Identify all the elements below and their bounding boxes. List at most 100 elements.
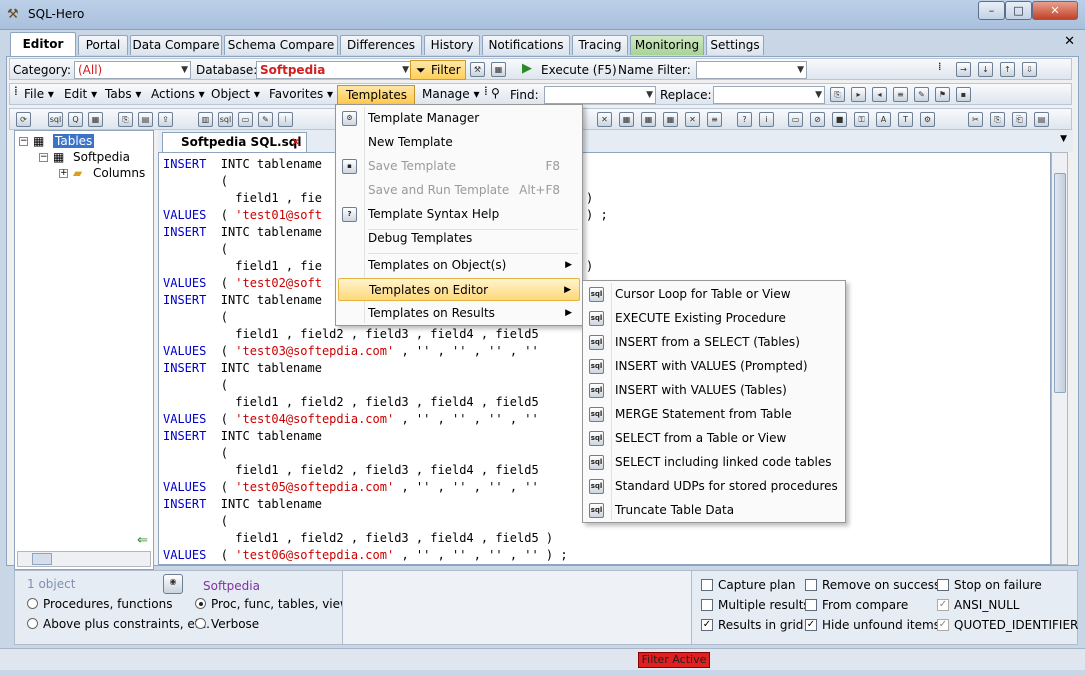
tree-node-tables[interactable]: Tables	[53, 134, 95, 148]
editor-template-item[interactable]: sql SELECT from a Table or View	[585, 427, 843, 450]
option-checkbox[interactable]	[937, 579, 949, 591]
editor-template-item[interactable]: sql EXECUTE Existing Procedure	[585, 307, 843, 330]
more-icon[interactable]: ⁝	[278, 112, 293, 127]
tree-hscroll[interactable]	[17, 551, 151, 567]
settings-icon[interactable]: ⚙	[920, 112, 935, 127]
find-next-icon[interactable]: ▸	[851, 87, 866, 102]
grid-remove-icon[interactable]: ▦	[663, 112, 678, 127]
filter-button[interactable]: ⏷ Filter	[410, 60, 466, 80]
radio-verbose[interactable]	[195, 618, 206, 629]
find-prev-icon[interactable]: ◂	[872, 87, 887, 102]
tab-differences[interactable]: Differences	[340, 35, 422, 55]
editor-template-item[interactable]: sql MERGE Statement from Table	[585, 403, 843, 426]
cancel-icon[interactable]: ⊘	[810, 112, 825, 127]
find-input[interactable]: ▼	[544, 86, 656, 104]
category-select[interactable]: (All) ▼	[74, 61, 191, 79]
option-checkbox[interactable]	[805, 599, 817, 611]
manage-menu[interactable]: Manage ▾	[422, 87, 480, 101]
paste-icon[interactable]: ⎗	[1012, 112, 1027, 127]
templates-menu[interactable]: Templates ▾	[337, 85, 415, 120]
chevron-down-icon[interactable]: ▼	[1060, 134, 1067, 144]
export-icon[interactable]: ⇪	[158, 112, 173, 127]
move-up-icon[interactable]: ↑	[1000, 62, 1015, 77]
bookmark-icon[interactable]: ⚑	[935, 87, 950, 102]
radio-procedures[interactable]	[27, 598, 38, 609]
minimize-button[interactable]: –	[978, 1, 1005, 20]
document-icon[interactable]: ▭	[238, 112, 253, 127]
tab-history[interactable]: History	[424, 35, 480, 55]
script-icon[interactable]: ▤	[138, 112, 153, 127]
table-icon[interactable]: ▥	[198, 112, 213, 127]
maximize-button[interactable]: □	[1005, 1, 1032, 20]
sql-run-icon[interactable]: sql	[218, 112, 233, 127]
actions-menu[interactable]: Actions ▾	[151, 87, 205, 101]
templates-menu-item[interactable]: New Template	[338, 131, 580, 154]
query-icon[interactable]: Q	[68, 112, 83, 127]
edit-doc-icon[interactable]: ✎	[258, 112, 273, 127]
tabs-menu[interactable]: Tabs ▾	[105, 87, 141, 101]
close-button[interactable]: ✕	[1032, 1, 1078, 20]
grid-add-icon[interactable]: ▦	[641, 112, 656, 127]
move-down-icon[interactable]: ↓	[978, 62, 993, 77]
grid-x-icon[interactable]: ✕	[685, 112, 700, 127]
expand-icon[interactable]: +	[59, 169, 68, 178]
back-arrow-icon[interactable]: ⇐	[137, 533, 148, 548]
tree-node-columns[interactable]: Columns	[93, 166, 145, 180]
close-icon[interactable]: ✕	[291, 133, 301, 151]
grid-icon[interactable]: ▦	[88, 112, 103, 127]
radio-proc-func-tables[interactable]	[195, 598, 206, 609]
cut-icon[interactable]: ✂	[968, 112, 983, 127]
find-all-icon[interactable]: ≡	[893, 87, 908, 102]
copy-doc-icon[interactable]: ⎘	[990, 112, 1005, 127]
templates-menu-item[interactable]: Templates on Results ▶	[338, 302, 580, 325]
tree-node-softpedia[interactable]: Softpedia	[73, 150, 130, 164]
lock-icon[interactable]: ⚿	[854, 112, 869, 127]
tab-data-compare[interactable]: Data Compare	[130, 35, 222, 55]
editor-template-item[interactable]: sql INSERT with VALUES (Tables)	[585, 379, 843, 402]
replace-icon[interactable]: ⎘	[830, 87, 845, 102]
new-window-icon[interactable]: ▭	[788, 112, 803, 127]
refresh-icon[interactable]: ⟳	[16, 112, 31, 127]
editor-template-item[interactable]: sql INSERT with VALUES (Prompted)	[585, 355, 843, 378]
file-menu[interactable]: File ▾	[24, 87, 54, 101]
tab-settings[interactable]: Settings	[706, 35, 764, 55]
move-right-icon[interactable]: →	[956, 62, 971, 77]
option-checkbox[interactable]	[701, 579, 713, 591]
save-icon[interactable]: ▪	[956, 87, 971, 102]
tab-portal[interactable]: Portal	[78, 35, 128, 55]
delete-icon[interactable]: ✕	[597, 112, 612, 127]
option-checkbox[interactable]	[701, 599, 713, 611]
templates-menu-item[interactable]: Templates on Editor ▶	[338, 278, 580, 301]
info-icon[interactable]: i	[759, 112, 774, 127]
option-checkbox[interactable]	[805, 579, 817, 591]
collapse-icon[interactable]: −	[39, 153, 48, 162]
stop-icon[interactable]: ■	[832, 112, 847, 127]
editor-tab-softpedia-sql[interactable]: Softpedia SQL.sql ✕	[162, 132, 307, 152]
help-icon[interactable]: ?	[737, 112, 752, 127]
templates-menu-item[interactable]: Debug Templates	[338, 227, 580, 250]
collapse-icon[interactable]: −	[19, 137, 28, 146]
options-icon[interactable]: ▦	[491, 62, 506, 77]
tab-schema-compare[interactable]: Schema Compare	[224, 35, 338, 55]
scroll-thumb[interactable]	[32, 553, 52, 565]
editor-template-item[interactable]: sql SELECT including linked code tables	[585, 451, 843, 474]
editor-template-item[interactable]: sql INSERT from a SELECT (Tables)	[585, 331, 843, 354]
tab-editor[interactable]: Editor	[10, 32, 76, 56]
favorites-menu[interactable]: Favorites ▾	[269, 87, 333, 101]
arrow-down-icon[interactable]: ⇩	[1022, 62, 1037, 77]
templates-menu-item[interactable]: ⚙ Template Manager	[338, 107, 580, 130]
editor-template-item[interactable]: sql Cursor Loop for Table or View	[585, 283, 843, 306]
highlight-icon[interactable]: ✎	[914, 87, 929, 102]
clipboard-icon[interactable]: ▤	[1034, 112, 1049, 127]
tab-monitoring[interactable]: Monitoring	[630, 35, 704, 55]
database-select[interactable]: Softpedia ▼	[256, 61, 412, 79]
tab-notifications[interactable]: Notifications	[482, 35, 570, 55]
play-icon[interactable]: ▶	[522, 61, 532, 76]
editor-template-item[interactable]: sql Standard UDPs for stored procedures	[585, 475, 843, 498]
text-icon[interactable]: T	[898, 112, 913, 127]
editor-template-item[interactable]: sql Truncate Table Data	[585, 499, 843, 522]
option-checkbox[interactable]: ✓	[805, 619, 817, 631]
replace-input[interactable]: ▼	[713, 86, 825, 104]
close-tab-icon[interactable]: ✕	[1064, 34, 1075, 49]
tab-tracing[interactable]: Tracing	[572, 35, 628, 55]
